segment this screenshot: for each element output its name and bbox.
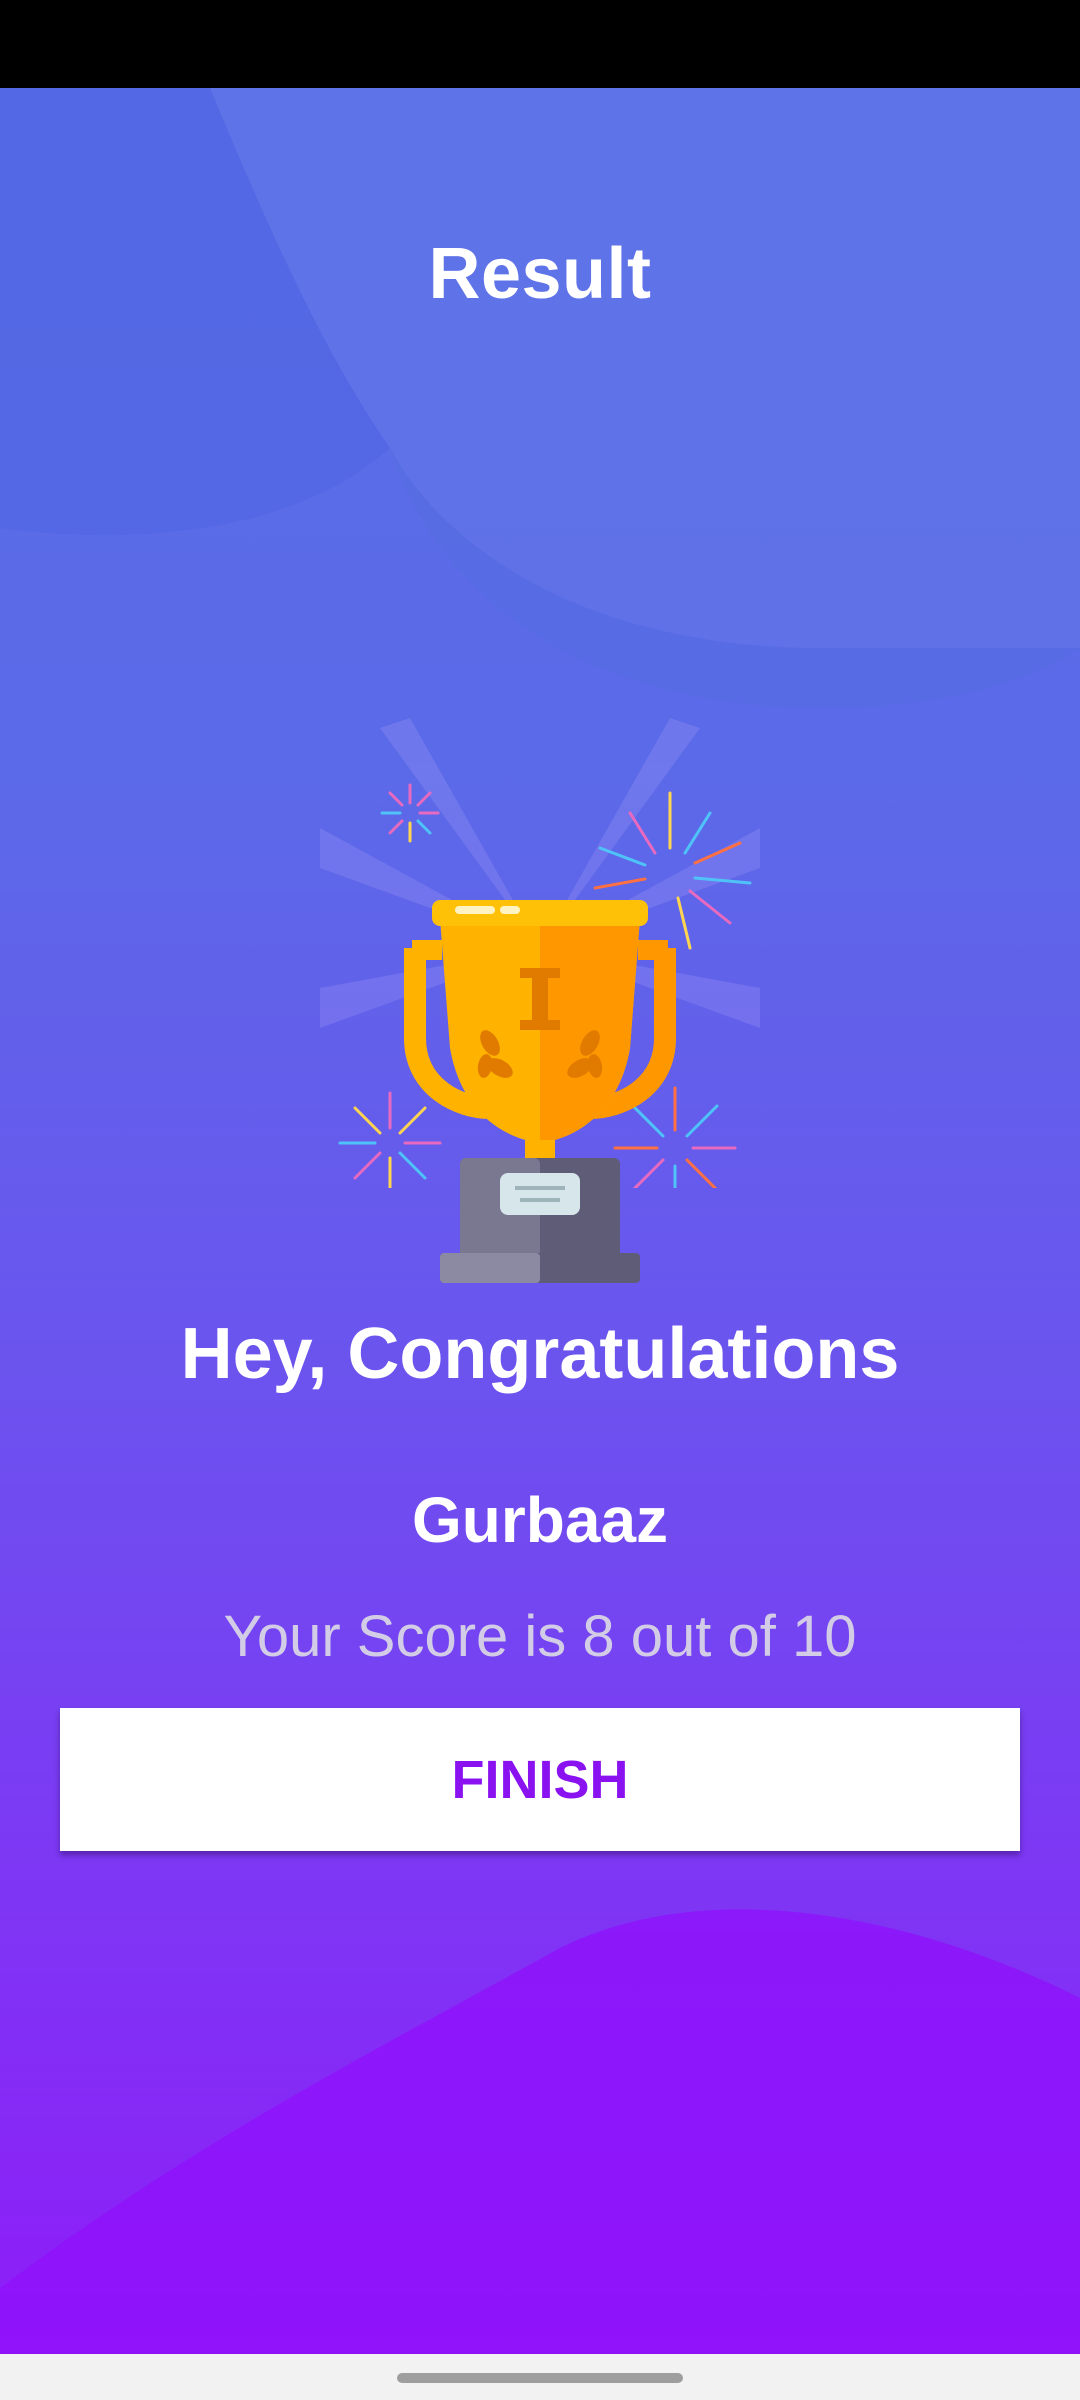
navigation-bar	[0, 2354, 1080, 2400]
finish-button[interactable]: FINISH	[60, 1708, 1020, 1851]
result-screen: Result Hey, Congratulations Gurbaaz Your…	[0, 88, 1080, 2354]
score-text: Your Score is 8 out of 10	[223, 1604, 857, 1669]
congratulations-heading: Hey, Congratulations	[180, 1314, 900, 1394]
status-bar	[0, 0, 1080, 88]
trophy-icon	[320, 718, 760, 1210]
page-title: Result	[428, 234, 652, 314]
home-indicator[interactable]	[397, 2373, 683, 2383]
trophy-illustration	[320, 688, 760, 1283]
trophy-base	[440, 1158, 640, 1283]
user-name: Gurbaaz	[411, 1484, 669, 1556]
